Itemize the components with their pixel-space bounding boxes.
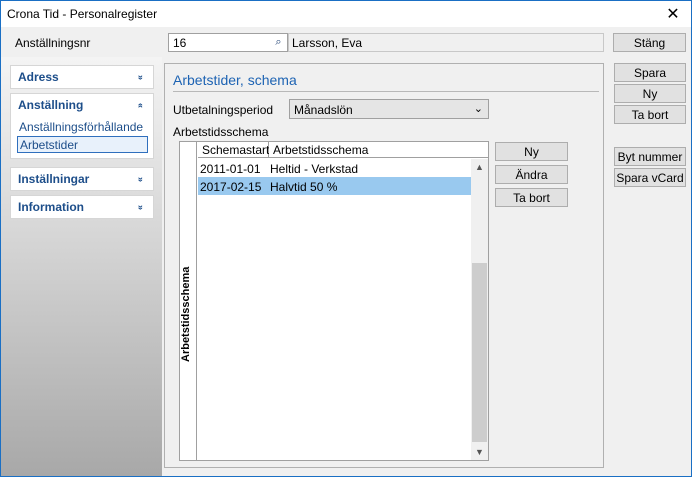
pay-period-label: Utbetalningsperiod bbox=[173, 103, 274, 117]
section-divider bbox=[173, 91, 599, 92]
nav-group-header[interactable]: Anställning « bbox=[11, 94, 153, 116]
binoculars-icon[interactable]: ⌕ bbox=[271, 35, 286, 50]
nav-group-installningar[interactable]: Inställningar » bbox=[10, 167, 154, 191]
grid-vertical-tab-label: Arbetstidsschema bbox=[180, 266, 192, 362]
window-title: Crona Tid - Personalregister bbox=[7, 7, 158, 21]
nav-group-header[interactable]: Inställningar » bbox=[11, 168, 153, 190]
employee-name-field: Larsson, Eva bbox=[288, 33, 604, 52]
pay-period-value: Månadslön bbox=[294, 103, 353, 117]
sidebar: Adress » Anställning « Anställningsförhå… bbox=[1, 57, 162, 476]
app-window: Crona Tid - Personalregister ✕ Anställni… bbox=[0, 0, 692, 477]
change-number-button[interactable]: Byt nummer bbox=[614, 147, 686, 166]
chevron-down-icon[interactable]: » bbox=[134, 71, 147, 84]
employee-number-field[interactable]: 16 bbox=[168, 33, 288, 52]
table-row[interactable]: 2017-02-15 Halvtid 50 % bbox=[198, 177, 471, 195]
nav-group-anstallning[interactable]: Anställning « Anställningsförhållande Ar… bbox=[10, 93, 154, 159]
main-panel: Arbetstider, schema Utbetalningsperiod M… bbox=[164, 63, 604, 468]
nav-group-label: Inställningar bbox=[18, 172, 90, 186]
row-start: 2017-02-15 bbox=[200, 180, 262, 194]
schedule-grid: Arbetstidsschema Schemastart Arbetstidss… bbox=[179, 141, 489, 461]
save-vcard-button[interactable]: Spara vCard bbox=[614, 168, 686, 187]
chevron-down-icon: ⌄ bbox=[473, 103, 483, 115]
row-schedule: Halvtid 50 % bbox=[270, 180, 338, 194]
nav-group-header[interactable]: Information » bbox=[11, 196, 153, 218]
row-start: 2011-01-01 bbox=[200, 162, 261, 176]
save-button[interactable]: Spara bbox=[614, 63, 686, 82]
vertical-scrollbar[interactable]: ▲ ▼ bbox=[471, 159, 488, 460]
column-header-schedule[interactable]: Arbetstidsschema bbox=[269, 142, 488, 158]
close-icon[interactable]: ✕ bbox=[655, 1, 691, 27]
grid-delete-button[interactable]: Ta bort bbox=[495, 188, 568, 207]
employee-number-label: Anställningsnr bbox=[15, 36, 91, 50]
chevron-down-icon[interactable]: » bbox=[134, 173, 147, 186]
nav-group-label: Information bbox=[18, 200, 84, 214]
scroll-up-icon[interactable]: ▲ bbox=[471, 159, 488, 175]
section-title: Arbetstider, schema bbox=[173, 72, 297, 88]
scroll-down-icon[interactable]: ▼ bbox=[471, 444, 488, 460]
sidebar-item-anstallningsforhallande[interactable]: Anställningsförhållande bbox=[17, 119, 153, 136]
chevron-down-icon[interactable]: » bbox=[134, 201, 147, 214]
column-header-start[interactable]: Schemastart bbox=[198, 142, 269, 158]
nav-group-label: Adress bbox=[18, 70, 59, 84]
grid-vertical-tab: Arbetstidsschema bbox=[180, 142, 197, 460]
new-button[interactable]: Ny bbox=[614, 84, 686, 103]
employee-header: Anställningsnr 16 ⌕ Larsson, Eva Stäng bbox=[1, 27, 691, 57]
grid-new-button[interactable]: Ny bbox=[495, 142, 568, 161]
scrollbar-thumb[interactable] bbox=[472, 263, 487, 442]
row-schedule: Heltid - Verkstad bbox=[270, 162, 359, 176]
nav-group-adress[interactable]: Adress » bbox=[10, 65, 154, 89]
table-row[interactable]: 2011-01-01 Heltid - Verkstad bbox=[198, 159, 471, 177]
nav-group-label: Anställning bbox=[18, 98, 84, 112]
sidebar-item-arbetstider[interactable]: Arbetstider bbox=[17, 136, 148, 153]
nav-group-information[interactable]: Information » bbox=[10, 195, 154, 219]
close-button[interactable]: Stäng bbox=[613, 33, 686, 52]
schedule-label: Arbetstidsschema bbox=[173, 125, 269, 139]
chevron-up-icon[interactable]: « bbox=[134, 99, 147, 112]
title-bar: Crona Tid - Personalregister ✕ bbox=[1, 1, 691, 27]
delete-button[interactable]: Ta bort bbox=[614, 105, 686, 124]
nav-group-header[interactable]: Adress » bbox=[11, 66, 153, 88]
grid-edit-button[interactable]: Ändra bbox=[495, 165, 568, 184]
pay-period-select[interactable]: Månadslön ⌄ bbox=[289, 99, 489, 119]
